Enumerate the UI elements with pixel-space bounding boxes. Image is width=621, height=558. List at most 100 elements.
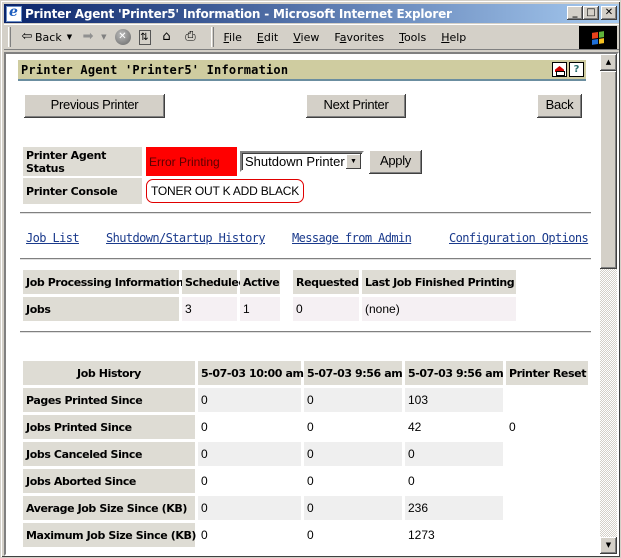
content-viewport: Printer Agent 'Printer5' Information ? P…: [4, 52, 619, 556]
history-cell: 42: [405, 415, 503, 439]
menu-file[interactable]: File: [224, 31, 242, 44]
history-header-column: 5-07-03 9:56 am: [304, 361, 403, 385]
print-button[interactable]: ⎙: [183, 29, 199, 45]
history-cell: 0: [198, 469, 301, 493]
history-cell: [506, 442, 588, 466]
history-cell: [506, 496, 588, 520]
history-cell: 103: [405, 388, 503, 412]
forward-arrow-icon: ➡: [82, 29, 94, 44]
status-label: Printer Agent Status: [23, 147, 142, 176]
history-cell: 236: [405, 496, 503, 520]
history-row-label: Maximum Job Size Since (KB): [23, 523, 196, 547]
back-page-button[interactable]: Back: [537, 94, 582, 118]
apply-button[interactable]: Apply: [369, 150, 422, 174]
menu-help[interactable]: Help: [441, 31, 466, 44]
history-row-label: Pages Printed Since: [23, 388, 195, 412]
vertical-scrollbar[interactable]: ▲ ▼: [600, 54, 617, 554]
scroll-up-button[interactable]: ▲: [600, 54, 617, 71]
history-cell: 0: [304, 415, 402, 439]
history-header-column: Printer Reset: [506, 361, 588, 385]
stop-icon: ✕: [114, 29, 131, 45]
table-header: Scheduled: [182, 270, 246, 294]
configuration-options-link[interactable]: Configuration Options: [449, 231, 589, 245]
message-from-admin-link[interactable]: Message from Admin: [292, 231, 412, 245]
toolbar-grip[interactable]: [8, 27, 11, 47]
menu-view[interactable]: View: [293, 31, 319, 44]
history-cell: 0: [304, 523, 402, 547]
history-header-column: 5-07-03 9:56 am: [405, 361, 504, 385]
close-button[interactable]: ✕: [601, 6, 617, 20]
browser-window: Printer Agent 'Printer5' Information - M…: [0, 0, 621, 558]
maximize-button[interactable]: □: [583, 6, 599, 20]
help-icon[interactable]: ?: [569, 62, 584, 77]
history-cell: 0: [198, 496, 301, 520]
history-cell: 1273: [405, 523, 503, 547]
history-row-label: Jobs Canceled Since: [23, 442, 195, 466]
status-badge: Error Printing: [146, 147, 237, 176]
shutdown-startup-history-link[interactable]: Shutdown/Startup History: [106, 231, 266, 245]
page-title: Printer Agent 'Printer5' Information: [21, 62, 289, 77]
back-button[interactable]: ⇦ Back ▼: [19, 29, 73, 45]
printer-icon: ⎙: [185, 29, 196, 44]
history-cell: 0: [304, 469, 402, 493]
forward-dropdown-icon[interactable]: ▼: [101, 33, 106, 41]
previous-printer-button[interactable]: Previous Printer: [24, 94, 165, 118]
table-header: Active: [240, 270, 280, 294]
toolbar: ⇦ Back ▼ ➡ ▼ ✕ ⇅ ⌂ ⎙ File Edit View Favo…: [4, 24, 619, 50]
page: Printer Agent 'Printer5' Information ? P…: [6, 54, 600, 554]
menu-bar: File Edit View Favorites Tools Help: [224, 31, 482, 44]
title-bar: Printer Agent 'Printer5' Information - M…: [4, 4, 619, 23]
windows-flag-icon: [592, 30, 604, 45]
history-cell: 0: [198, 523, 301, 547]
ie-icon: [6, 4, 22, 22]
history-row-label: Jobs Aborted Since: [23, 469, 195, 493]
table-header: Last Job Finished Printing: [362, 270, 516, 294]
row-label: Jobs: [23, 297, 179, 321]
page-header: Printer Agent 'Printer5' Information ?: [18, 60, 586, 81]
forward-button[interactable]: ➡ ▼: [80, 29, 107, 45]
menu-favorites[interactable]: Favorites: [334, 31, 384, 44]
divider: [20, 212, 591, 214]
printer-action-select[interactable]: Shutdown Printer ▼: [240, 151, 364, 172]
table-header: Job Processing Information: [23, 270, 184, 294]
history-cell: 0: [506, 415, 588, 439]
refresh-button[interactable]: ⇅: [138, 29, 151, 45]
divider: [20, 258, 591, 260]
history-cell: 0: [405, 469, 503, 493]
history-cell: 0: [198, 415, 301, 439]
history-row-label: Average Job Size Since (KB): [23, 496, 195, 520]
menu-tools[interactable]: Tools: [399, 31, 426, 44]
house-icon: ⌂: [162, 29, 171, 44]
history-cell: 0: [304, 496, 402, 520]
stop-button[interactable]: ✕: [114, 29, 131, 45]
history-cell: 0: [405, 442, 503, 466]
history-row-label: Jobs Printed Since: [23, 415, 195, 439]
history-cell: [506, 388, 588, 412]
history-cell: 0: [198, 442, 301, 466]
back-dropdown-icon[interactable]: ▼: [67, 33, 72, 41]
menu-edit[interactable]: Edit: [257, 31, 278, 44]
printer-action-value: Shutdown Printer: [245, 154, 345, 169]
history-cell: 0: [198, 388, 301, 412]
home-button[interactable]: ⌂: [159, 29, 175, 45]
console-label: Printer Console: [23, 178, 142, 204]
chevron-down-icon[interactable]: ▼: [346, 154, 361, 169]
job-list-link[interactable]: Job List: [26, 231, 80, 245]
home-icon[interactable]: [552, 62, 567, 77]
history-header-column: 5-07-03 10:00 am: [198, 361, 304, 385]
history-cell: [506, 469, 588, 493]
scroll-thumb[interactable]: [600, 71, 617, 269]
back-label: Back: [35, 30, 62, 44]
back-arrow-icon: ⇦: [21, 29, 33, 44]
history-cell: 0: [304, 388, 402, 412]
active-value: 1: [240, 297, 280, 321]
minimize-button[interactable]: _: [567, 6, 583, 20]
requested-value: 0: [293, 297, 359, 321]
windows-logo: [579, 26, 617, 49]
history-cell: [506, 523, 588, 547]
menu-grip[interactable]: [210, 27, 214, 47]
next-printer-button[interactable]: Next Printer: [306, 94, 406, 118]
scroll-down-button[interactable]: ▼: [600, 537, 617, 554]
history-cell: 0: [304, 442, 402, 466]
divider: [20, 331, 591, 333]
